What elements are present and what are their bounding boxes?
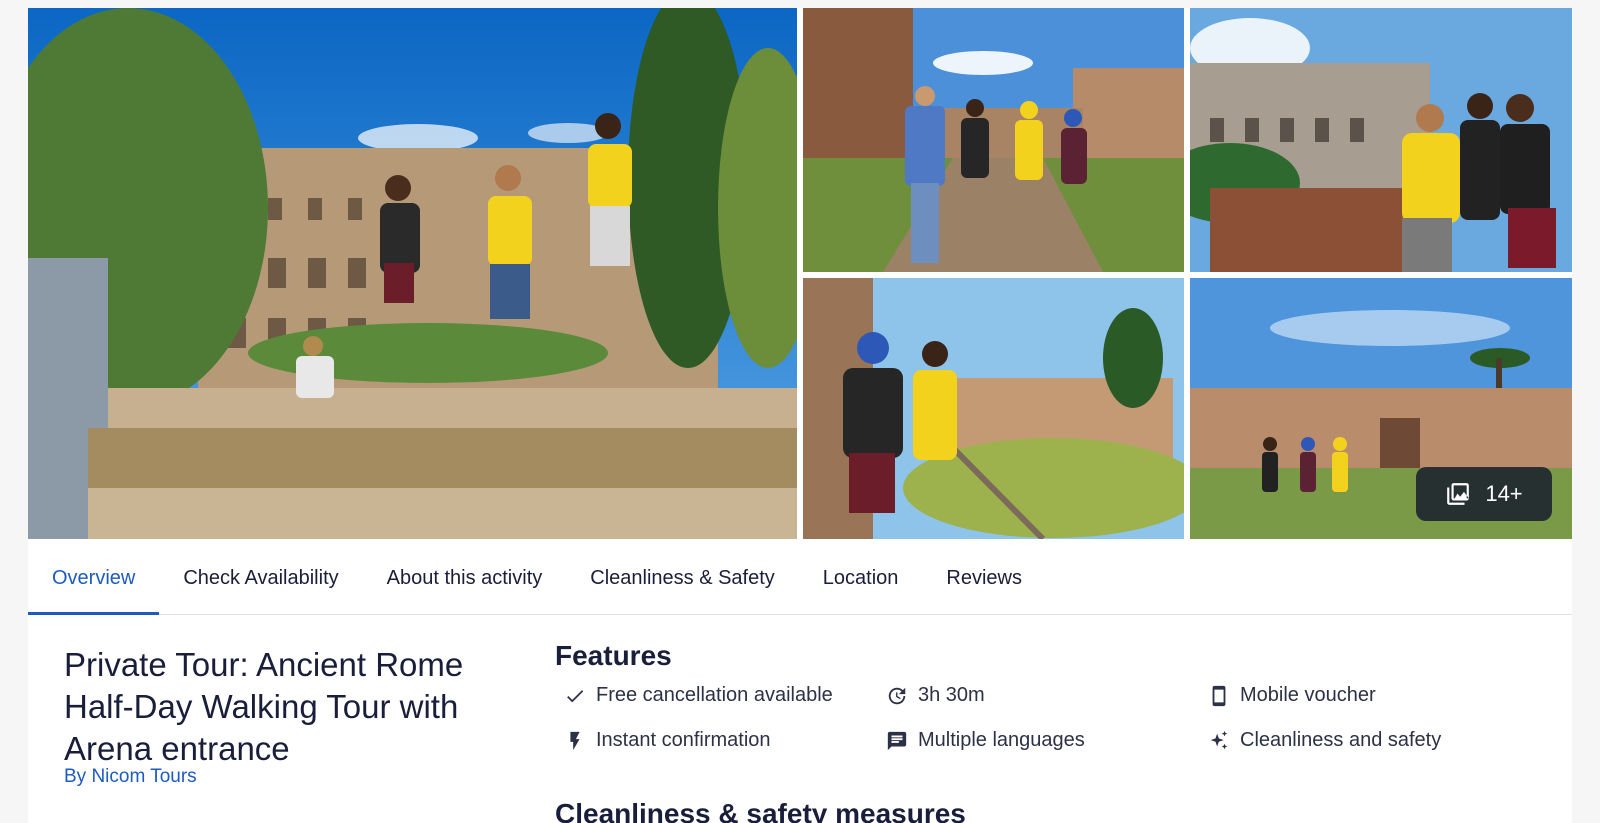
duration-clock-icon — [888, 687, 906, 704]
operator-link[interactable]: By Nicom Tours — [64, 766, 197, 788]
feature-duration: 3h 30m — [886, 684, 985, 707]
chat-bubble-icon — [887, 731, 907, 750]
sparkle-icon — [1210, 730, 1228, 749]
feature-cleanliness: Cleanliness and safety — [1208, 729, 1441, 752]
tab-check-availability[interactable]: Check Availability — [159, 539, 362, 614]
cleanliness-section-heading: Cleanliness & safety measures — [555, 798, 966, 823]
gallery-photo-4[interactable] — [803, 278, 1184, 539]
activity-title: Private Tour: Ancient Rome Half-Day Walk… — [64, 646, 464, 767]
photo-gallery: 14+ — [28, 8, 1572, 539]
tab-overview[interactable]: Overview — [28, 539, 160, 615]
feature-label: 3h 30m — [918, 684, 985, 706]
view-more-photos-button[interactable]: 14+ — [1416, 467, 1552, 521]
feature-free-cancellation: Free cancellation available — [564, 684, 833, 707]
lightning-icon — [570, 731, 580, 750]
feature-label: Cleanliness and safety — [1240, 729, 1442, 751]
feature-label: Mobile voucher — [1240, 684, 1376, 706]
feature-instant-confirmation: Instant confirmation — [564, 729, 771, 752]
mobile-phone-icon — [1212, 685, 1226, 706]
feature-mobile-voucher: Mobile voucher — [1208, 684, 1376, 707]
features-heading: Features — [555, 640, 672, 671]
tab-location[interactable]: Location — [799, 539, 923, 614]
activity-page: 14+ Overview Check Availability About th… — [28, 8, 1572, 823]
gallery-photo-3[interactable] — [1190, 8, 1572, 272]
photo-library-icon — [1447, 483, 1470, 505]
tab-reviews[interactable]: Reviews — [922, 539, 1046, 614]
feature-label: Instant confirmation — [596, 729, 771, 751]
feature-label: Free cancellation available — [596, 684, 833, 706]
more-photos-count: 14+ — [1485, 481, 1523, 506]
feature-languages: Multiple languages — [886, 729, 1085, 752]
gallery-photo-main[interactable] — [28, 8, 797, 539]
gallery-photo-2[interactable] — [803, 8, 1184, 272]
tab-about-this-activity[interactable]: About this activity — [363, 539, 567, 614]
feature-label: Multiple languages — [918, 729, 1085, 751]
tab-cleanliness-safety[interactable]: Cleanliness & Safety — [566, 539, 799, 614]
checkmark-icon — [567, 689, 584, 702]
section-tabs: Overview Check Availability About this a… — [28, 539, 1572, 615]
